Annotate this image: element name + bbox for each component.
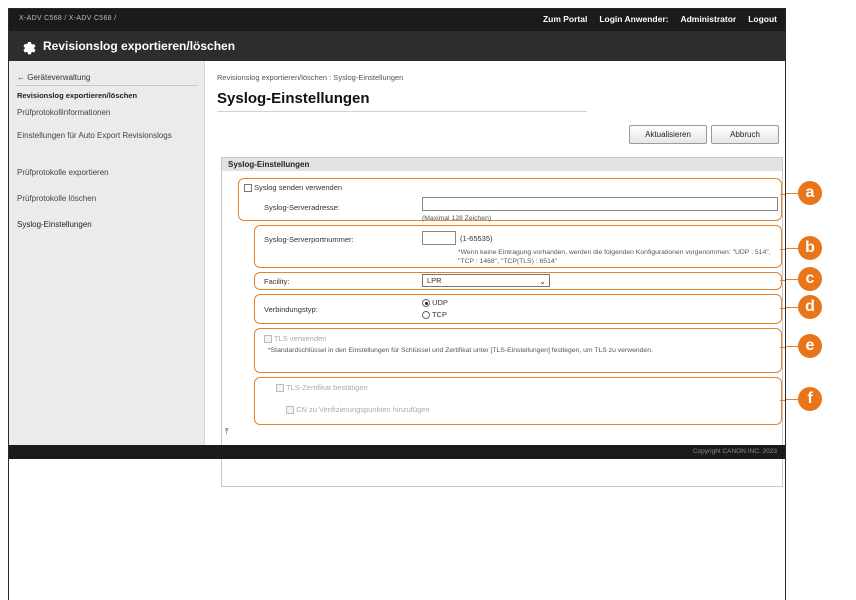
- port-label: Syslog-Serverportnummer:: [264, 235, 354, 244]
- main-content: Revisionslog exportieren/löschen : Syslo…: [205, 61, 785, 487]
- port-input[interactable]: [422, 231, 456, 245]
- leader-line-a: [780, 194, 785, 195]
- connection-type-label: Verbindungstyp:: [264, 305, 318, 314]
- gear-icon: [23, 41, 36, 55]
- marker-d: d: [798, 295, 822, 319]
- top-links: Zum Portal Login Anwender: Administrator…: [543, 14, 777, 24]
- callout-box-d: [254, 294, 782, 324]
- sidebar: ← Geräteverwaltung Revisionslog exportie…: [9, 61, 205, 445]
- port-range: (1-65535): [460, 234, 493, 243]
- copyright: Copyright CANON INC. 2023: [692, 448, 777, 455]
- leader-line-f: [780, 400, 785, 401]
- use-syslog-checkbox-row[interactable]: Syslog senden verwenden: [244, 183, 343, 193]
- footer-bar: Copyright CANON INC. 2023: [9, 445, 785, 459]
- sidebar-item-audit-log-info[interactable]: Prüfprotokollinformationen: [17, 107, 197, 118]
- title-bar: Revisionslog exportieren/löschen: [9, 31, 785, 61]
- use-tls-label: TLS verwenden: [273, 334, 327, 343]
- radio-tcp-row[interactable]: TCP: [422, 310, 447, 320]
- sidebar-item-syslog-settings[interactable]: Syslog-Einstellungen: [17, 219, 197, 230]
- facility-value: LPR: [427, 276, 442, 285]
- use-syslog-label: Syslog senden verwenden: [254, 183, 343, 192]
- add-cn-row[interactable]: CN zu Verifizierungspunkten hinzufügen: [286, 405, 430, 415]
- page-heading: Syslog-Einstellungen: [217, 90, 370, 107]
- back-to-device-management-link[interactable]: ← Geräteverwaltung: [17, 73, 90, 82]
- radio-tcp-label: TCP: [431, 310, 447, 319]
- breadcrumb: Revisionslog exportieren/löschen : Syslo…: [217, 73, 404, 82]
- facility-select[interactable]: LPR ⌄: [422, 274, 550, 287]
- use-tls-checkbox[interactable]: [264, 335, 272, 344]
- section-heading: Syslog-Einstellungen: [222, 158, 782, 171]
- leader-line-c: [780, 280, 785, 281]
- facility-label: Facility:: [264, 277, 290, 286]
- sidebar-item-export-logs[interactable]: Prüfprotokolle exportieren: [17, 167, 197, 178]
- top-bar: X-ADV C568 / X-ADV C568 / Zum Portal Log…: [9, 9, 785, 31]
- add-cn-checkbox[interactable]: [286, 406, 294, 415]
- use-tls-row[interactable]: TLS verwenden: [264, 334, 327, 344]
- port-note: *Wenn keine Eintragung vorhanden, werden…: [458, 249, 771, 265]
- radio-udp-row[interactable]: UDP: [422, 298, 448, 308]
- server-address-input[interactable]: [422, 197, 778, 211]
- chevron-down-icon: ⌄: [539, 277, 546, 286]
- marker-c: c: [798, 267, 822, 291]
- sidebar-item-delete-logs[interactable]: Prüfprotokolle löschen: [17, 193, 197, 204]
- leader-line-e: [780, 347, 785, 348]
- scroll-to-top-icon[interactable]: ⤒: [225, 427, 229, 437]
- server-address-label: Syslog-Serveradresse:: [264, 203, 340, 212]
- tls-note: *Standardschlüssel in den Einstellungen …: [268, 347, 653, 354]
- marker-e: e: [798, 334, 822, 358]
- cancel-button[interactable]: Abbruch: [711, 125, 779, 144]
- login-user-label: Login Anwender:: [599, 14, 669, 24]
- confirm-tls-cert-label: TLS-Zertifikat bestätigen: [285, 383, 368, 392]
- device-name: X-ADV C568 / X-ADV C568 /: [19, 15, 117, 22]
- user-name: Administrator: [680, 14, 737, 24]
- add-cn-label: CN zu Verifizierungspunkten hinzufügen: [296, 405, 430, 414]
- portal-link[interactable]: Zum Portal: [543, 14, 587, 24]
- marker-b: b: [798, 236, 822, 260]
- marker-a: a: [798, 181, 822, 205]
- confirm-tls-cert-row[interactable]: TLS-Zertifikat bestätigen: [276, 383, 368, 393]
- syslog-settings-section: Syslog-Einstellungen Syslog senden verwe…: [221, 157, 783, 487]
- radio-tcp[interactable]: [422, 311, 430, 320]
- use-syslog-checkbox[interactable]: [244, 184, 252, 193]
- logout-link[interactable]: Logout: [748, 14, 777, 24]
- sidebar-item-auto-export[interactable]: Einstellungen für Auto Export Revisionsl…: [17, 130, 197, 141]
- server-address-hint: (Maximal 128 Zeichen): [422, 215, 492, 222]
- confirm-tls-cert-checkbox[interactable]: [276, 384, 284, 393]
- heading-divider: [217, 111, 587, 112]
- sidebar-divider: [15, 85, 198, 86]
- browser-frame: X-ADV C568 / X-ADV C568 / Zum Portal Log…: [8, 8, 786, 600]
- leader-line-b: [780, 249, 785, 250]
- refresh-button[interactable]: Aktualisieren: [629, 125, 707, 144]
- radio-udp[interactable]: [422, 299, 430, 308]
- leader-line-d: [780, 308, 785, 309]
- marker-f: f: [798, 387, 822, 411]
- radio-udp-label: UDP: [432, 298, 448, 307]
- sidebar-section-heading: Revisionslog exportieren/löschen: [17, 91, 138, 100]
- page-title: Revisionslog exportieren/löschen: [43, 39, 236, 53]
